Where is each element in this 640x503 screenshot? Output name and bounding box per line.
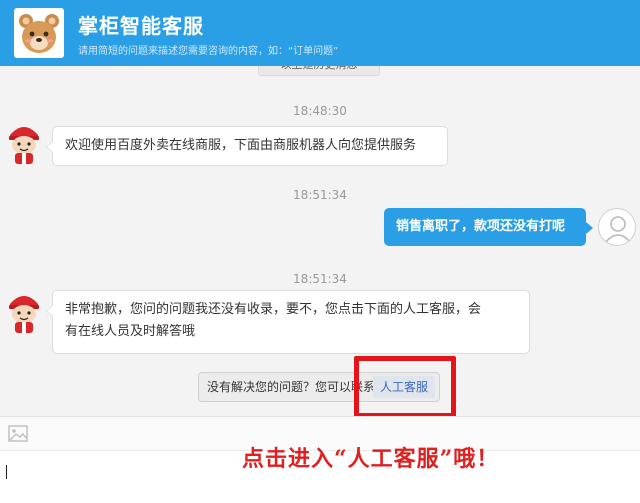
chat-area[interactable]: 以上是历史消息 18:48:30 欢迎使用百度外卖在线商服，下面由商服机器人向您… xyxy=(0,66,640,416)
suggestion-text: 没有解决您的问题？您可以联系 xyxy=(207,380,376,394)
history-notice[interactable]: 以上是历史消息 xyxy=(258,66,380,76)
bot-message: 欢迎使用百度外卖在线商服，下面由商服机器人向您提供服务 xyxy=(46,126,448,166)
bot-message-line: 有在线人员及时解答哦 xyxy=(65,324,196,339)
user-avatar-icon xyxy=(598,208,636,246)
timestamp: 18:51:34 xyxy=(293,272,347,286)
bot-avatar-icon xyxy=(6,290,42,334)
chat-header: 掌柜智能客服 请用简短的问题来描述您需要咨询的内容，如：“订单问题” xyxy=(0,0,640,66)
bot-message-line: 非常抱歉，您问的问题我还没有收录，要不，您点击下面的人工客服，会 xyxy=(65,302,482,317)
bot-avatar-icon xyxy=(6,121,42,165)
timestamp: 18:48:30 xyxy=(293,104,347,118)
bot-message: 非常抱歉，您问的问题我还没有收录，要不，您点击下面的人工客服，会 有在线人员及时… xyxy=(46,290,530,354)
annotation-text: 点击进入“人工客服”哦！ xyxy=(242,446,500,472)
text-caret[interactable] xyxy=(6,465,7,479)
user-message: 销售离职了，款项还没有打呢 xyxy=(384,208,593,246)
image-icon[interactable] xyxy=(8,425,28,442)
header-subtitle: 请用简短的问题来描述您需要咨询的内容，如：“订单问题” xyxy=(78,46,339,57)
bear-avatar-icon xyxy=(14,8,64,58)
highlight-annotation xyxy=(354,356,456,416)
input-area: 点击进入“人工客服”哦！ xyxy=(0,416,640,503)
page-title: 掌柜智能客服 xyxy=(78,14,204,38)
timestamp: 18:51:34 xyxy=(293,188,347,202)
